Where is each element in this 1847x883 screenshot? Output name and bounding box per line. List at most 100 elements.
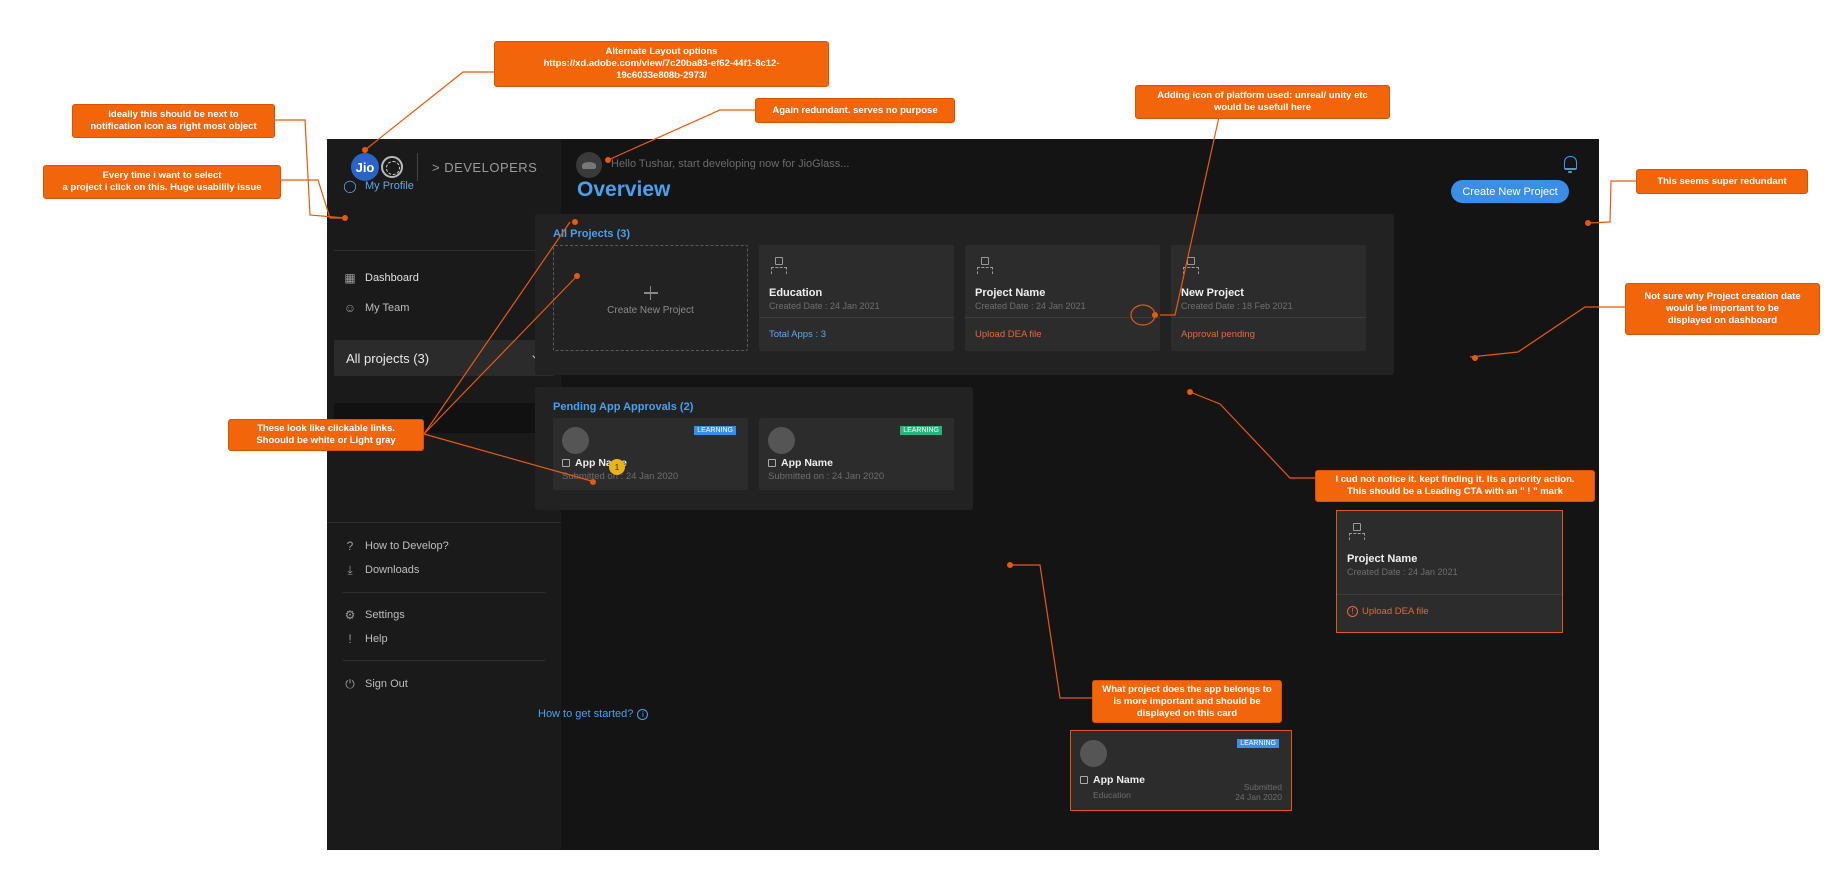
cube-icon — [1080, 776, 1088, 784]
divider — [343, 660, 545, 661]
logo-divider — [417, 153, 418, 181]
sidebar-item-label: Dashboard — [365, 272, 419, 284]
top-bar: Hello Tushar, start developing now for J… — [561, 139, 1599, 191]
callout-super-redundant: This seems super redundant — [1636, 169, 1808, 194]
pending-approvals-panel: Pending App Approvals (2) LEARNING App N… — [535, 387, 973, 510]
callout-priority-action: I cud not notice it. kept finding it. It… — [1315, 470, 1595, 502]
upload-dea-link[interactable]: Upload DEA file — [975, 329, 1042, 340]
question-icon: ? — [346, 539, 354, 553]
sidebar-item-label: Sign Out — [365, 678, 408, 690]
my-profile-link[interactable]: ◯ My Profile — [343, 179, 414, 193]
project-tree-icon — [770, 257, 788, 277]
project-date: Created Date : 24 Jan 2021 — [769, 301, 880, 311]
grid-icon: ▦ — [344, 271, 356, 285]
category-badge: LEARNING — [694, 426, 736, 435]
bell-icon[interactable] — [1564, 156, 1577, 173]
user-icon: ◯ — [343, 179, 357, 193]
section-label: > DEVELOPERS — [432, 159, 538, 175]
project-tree-icon — [1348, 523, 1366, 543]
app-project-name: Education — [1093, 790, 1131, 800]
callout-alternate-layout: Alternate Layout options https://xd.adob… — [494, 41, 829, 87]
how-to-get-started-link[interactable]: How to get started? i — [538, 708, 649, 720]
project-card[interactable]: Project Name Created Date : 24 Jan 2021 … — [965, 245, 1160, 351]
app-icon — [768, 427, 795, 454]
divider — [327, 522, 561, 523]
project-name: Education — [769, 287, 823, 299]
sidebar-item-downloads[interactable]: ⤓ Downloads — [343, 563, 419, 577]
sidebar-item-label: How to Develop? — [365, 540, 449, 552]
pending-approvals-title[interactable]: Pending App Approvals (2) — [553, 401, 693, 413]
download-icon: ⤓ — [347, 563, 353, 577]
callout-clickable-links: These look like clickable links. Shoould… — [228, 419, 424, 451]
upload-dea-cta: ! Upload DEA file — [1347, 606, 1429, 617]
avatar-glyph — [582, 161, 596, 169]
project-tree-icon — [1182, 257, 1200, 277]
mesh-logo-icon — [381, 156, 403, 178]
project-name: Project Name — [975, 287, 1046, 299]
divider — [759, 317, 954, 318]
app-card[interactable]: LEARNING App Name Submitted on : 24 Jan … — [759, 418, 954, 490]
project-name: New Project — [1181, 287, 1244, 299]
all-projects-panel: All Projects (3) Create New Project Educ… — [535, 214, 1394, 375]
submitted-date: Submitted on : 24 Jan 2020 — [768, 471, 885, 482]
sidebar-item-my-team[interactable]: ☺ My Team — [343, 301, 410, 315]
sidebar-item-label: Settings — [365, 609, 405, 621]
sidebar-item-sign-out[interactable]: ⏻ Sign Out — [343, 677, 408, 691]
help-icon: ! — [348, 632, 352, 646]
annotated-screenshot: Jio > DEVELOPERS ◯ My Profile All projec… — [0, 0, 1847, 883]
cube-icon — [562, 459, 570, 467]
upload-dea-label: Upload DEA file — [1362, 606, 1429, 617]
submitted-block: Submitted 24 Jan 2020 — [1235, 782, 1282, 802]
power-icon: ⏻ — [345, 677, 355, 691]
project-card[interactable]: New Project Created Date : 18 Feb 2021 A… — [1171, 245, 1366, 351]
divider — [1337, 594, 1562, 595]
category-badge: LEARNING — [900, 426, 942, 435]
app-card[interactable]: LEARNING App Name Submitted on : 24 Jan … — [553, 418, 748, 490]
project-tree-icon — [976, 257, 994, 277]
sidebar-item-label: Help — [365, 633, 388, 645]
sidebar-item-label: My Team — [365, 302, 410, 314]
app-name: App Name — [1080, 774, 1145, 786]
app-icon — [1080, 740, 1107, 767]
sidebar-item-label: Downloads — [365, 564, 420, 576]
avatar[interactable] — [576, 152, 602, 178]
total-apps-link[interactable]: Total Apps : 3 — [769, 329, 826, 340]
sidebar-item-settings[interactable]: ⚙ Settings — [343, 608, 405, 622]
greeting-text: Hello Tushar, start developing now for J… — [611, 158, 850, 170]
create-new-project-button[interactable]: Create New Project — [1451, 180, 1569, 203]
sidebar-item-help[interactable]: ! Help — [343, 632, 388, 646]
callout-redundant-greeting: Again redundant. serves no purpose — [755, 98, 955, 123]
app-name-label: App Name — [781, 457, 833, 469]
project-date: Created Date : 24 Jan 2021 — [1347, 567, 1458, 577]
submitted-label: Submitted — [1243, 782, 1282, 792]
project-date: Created Date : 18 Feb 2021 — [1181, 301, 1293, 311]
callout-app-project: What project does the app belongs to is … — [1092, 680, 1282, 723]
callout-platform-icon: Adding icon of platform used: unreal/ un… — [1135, 85, 1390, 119]
sidebar-item-dashboard[interactable]: ▦ Dashboard — [343, 271, 419, 285]
page-title: Overview — [577, 178, 671, 201]
cube-icon — [768, 459, 776, 467]
how-to-get-started-label: How to get started? — [538, 708, 634, 720]
app-icon — [562, 427, 589, 454]
create-project-card[interactable]: Create New Project — [553, 245, 748, 351]
plus-icon — [643, 286, 658, 300]
jio-logo-icon: Jio — [351, 153, 379, 181]
project-name: Project Name — [1347, 553, 1418, 565]
logo[interactable]: Jio > DEVELOPERS — [351, 153, 537, 181]
approval-status: Approval pending — [1181, 329, 1255, 340]
suggested-app-card: LEARNING App Name Education Submitted 24… — [1070, 730, 1292, 811]
my-profile-label: My Profile — [365, 180, 414, 192]
divider — [1171, 317, 1366, 318]
project-select[interactable]: All projects (3) — [334, 340, 554, 376]
project-select-value: All projects (3) — [346, 350, 430, 366]
annotation-number-badge: 1 — [609, 459, 625, 475]
app-name: App Name — [768, 457, 833, 469]
submitted-date: 24 Jan 2020 — [1235, 792, 1282, 802]
all-projects-title[interactable]: All Projects (3) — [553, 228, 630, 240]
divider — [965, 317, 1160, 318]
sidebar-item-how-to-develop[interactable]: ? How to Develop? — [343, 539, 449, 553]
gear-icon: ⚙ — [344, 608, 356, 622]
project-card[interactable]: Education Created Date : 24 Jan 2021 Tot… — [759, 245, 954, 351]
category-badge: LEARNING — [1237, 739, 1279, 748]
create-project-label: Create New Project — [607, 305, 694, 316]
